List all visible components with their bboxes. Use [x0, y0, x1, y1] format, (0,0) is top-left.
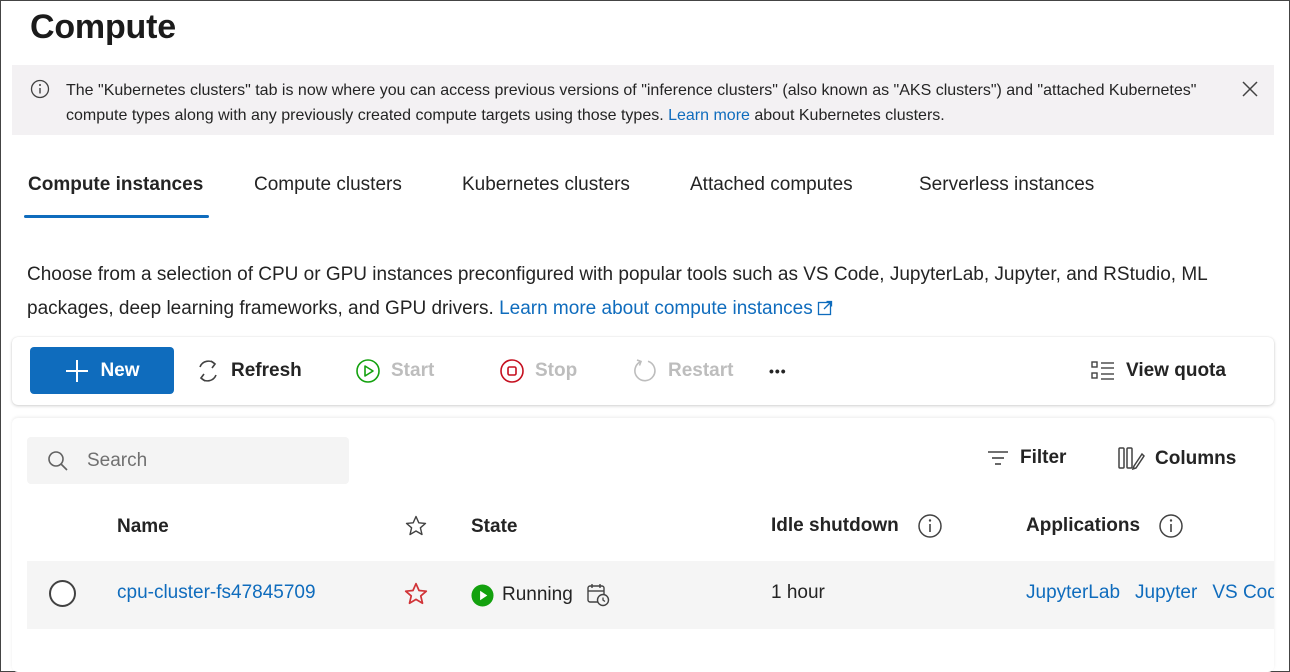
- app-link-jupyter[interactable]: Jupyter: [1135, 582, 1197, 604]
- app-link-vscode[interactable]: VS Code: [1212, 582, 1274, 604]
- view-quota-button[interactable]: View quota: [1090, 347, 1226, 394]
- columns-edit-icon: [1118, 447, 1145, 471]
- banner-message: The "Kubernetes clusters" tab is now whe…: [66, 78, 1226, 128]
- close-icon[interactable]: [1241, 80, 1259, 98]
- tab-kubernetes-clusters[interactable]: Kubernetes clusters: [446, 160, 646, 218]
- new-button[interactable]: New: [30, 347, 174, 394]
- column-header-idle-shutdown[interactable]: Idle shutdown: [771, 513, 943, 539]
- applications-cell: JupyterLab Jupyter VS Code: [1026, 582, 1274, 604]
- tab-compute-instances[interactable]: Compute instances: [12, 160, 219, 218]
- refresh-icon: [199, 359, 217, 382]
- column-header-state-label: State: [471, 516, 518, 537]
- filter-label: Filter: [1020, 447, 1067, 468]
- column-header-applications-label: Applications: [1026, 515, 1141, 536]
- play-circle-icon: [356, 358, 380, 383]
- search-icon: [48, 451, 68, 471]
- info-icon[interactable]: [1158, 513, 1184, 539]
- compute-name-link[interactable]: cpu-cluster-fs47845709: [117, 582, 316, 604]
- learn-more-compute-label: Learn more about compute instances: [499, 298, 813, 319]
- tab-attached-computes[interactable]: Attached computes: [674, 160, 869, 218]
- restart-button[interactable]: Restart: [632, 347, 733, 394]
- column-header-name-label: Name: [117, 516, 169, 537]
- column-header-applications[interactable]: Applications: [1026, 513, 1184, 539]
- column-header-state[interactable]: State: [471, 516, 517, 538]
- favorite-toggle[interactable]: [403, 581, 429, 607]
- filter-button[interactable]: Filter: [986, 446, 1066, 470]
- command-toolbar: New Refresh Start Stop Restart ••• View …: [12, 337, 1274, 405]
- tab-serverless-instances[interactable]: Serverless instances: [903, 160, 1110, 218]
- banner-text-after: about Kubernetes clusters.: [749, 107, 945, 124]
- idle-shutdown-value: 1 hour: [771, 582, 825, 603]
- column-header-name[interactable]: Name: [117, 516, 169, 538]
- column-header-favorite[interactable]: [404, 514, 428, 538]
- list-icon: [1091, 360, 1114, 380]
- banner-text-before: The "Kubernetes clusters" tab is now whe…: [66, 82, 1197, 124]
- stop-button[interactable]: Stop: [499, 347, 577, 394]
- start-button[interactable]: Start: [355, 347, 434, 394]
- schedule-icon[interactable]: [585, 582, 611, 608]
- columns-button[interactable]: Columns: [1117, 446, 1236, 472]
- star-outline-icon: [405, 515, 427, 536]
- grid-header-row: Name State Idle shutdown Applications: [12, 500, 1274, 560]
- info-icon: [30, 79, 50, 99]
- restart-label: Restart: [668, 359, 734, 381]
- state-cell: Running: [471, 582, 611, 608]
- start-label: Start: [391, 359, 435, 381]
- column-header-idle-shutdown-label: Idle shutdown: [771, 515, 899, 536]
- running-status-icon: [471, 583, 494, 607]
- stop-label: Stop: [535, 359, 578, 381]
- page-title: Compute: [30, 8, 176, 46]
- search-box[interactable]: [27, 437, 349, 484]
- external-link-icon: [817, 300, 832, 316]
- new-button-label: New: [100, 359, 140, 381]
- compute-description: Choose from a selection of CPU or GPU in…: [27, 258, 1287, 326]
- learn-more-compute-link[interactable]: Learn more about compute instances: [499, 298, 833, 319]
- compute-instances-grid: Filter Columns Name State Idle shutdown …: [12, 418, 1274, 672]
- stop-circle-icon: [500, 358, 524, 383]
- star-favorite-icon: [404, 582, 428, 605]
- info-icon[interactable]: [917, 513, 943, 539]
- plus-icon: [66, 359, 89, 382]
- state-label: Running: [502, 584, 573, 605]
- refresh-button[interactable]: Refresh: [195, 347, 302, 394]
- app-link-jupyterlab[interactable]: JupyterLab: [1026, 582, 1120, 604]
- more-actions-button[interactable]: •••: [769, 347, 787, 394]
- columns-label: Columns: [1155, 448, 1237, 469]
- info-banner: The "Kubernetes clusters" tab is now whe…: [12, 65, 1274, 135]
- refresh-label: Refresh: [231, 359, 302, 381]
- row-select-radio[interactable]: [49, 580, 76, 607]
- view-quota-label: View quota: [1126, 359, 1226, 381]
- restart-icon: [634, 358, 656, 381]
- banner-learn-more-link[interactable]: Learn more: [668, 107, 750, 124]
- tab-compute-clusters[interactable]: Compute clusters: [238, 160, 418, 218]
- search-input[interactable]: [87, 445, 337, 477]
- filter-icon: [988, 451, 1008, 465]
- table-row[interactable]: cpu-cluster-fs47845709 Running 1 hour Ju…: [27, 561, 1274, 629]
